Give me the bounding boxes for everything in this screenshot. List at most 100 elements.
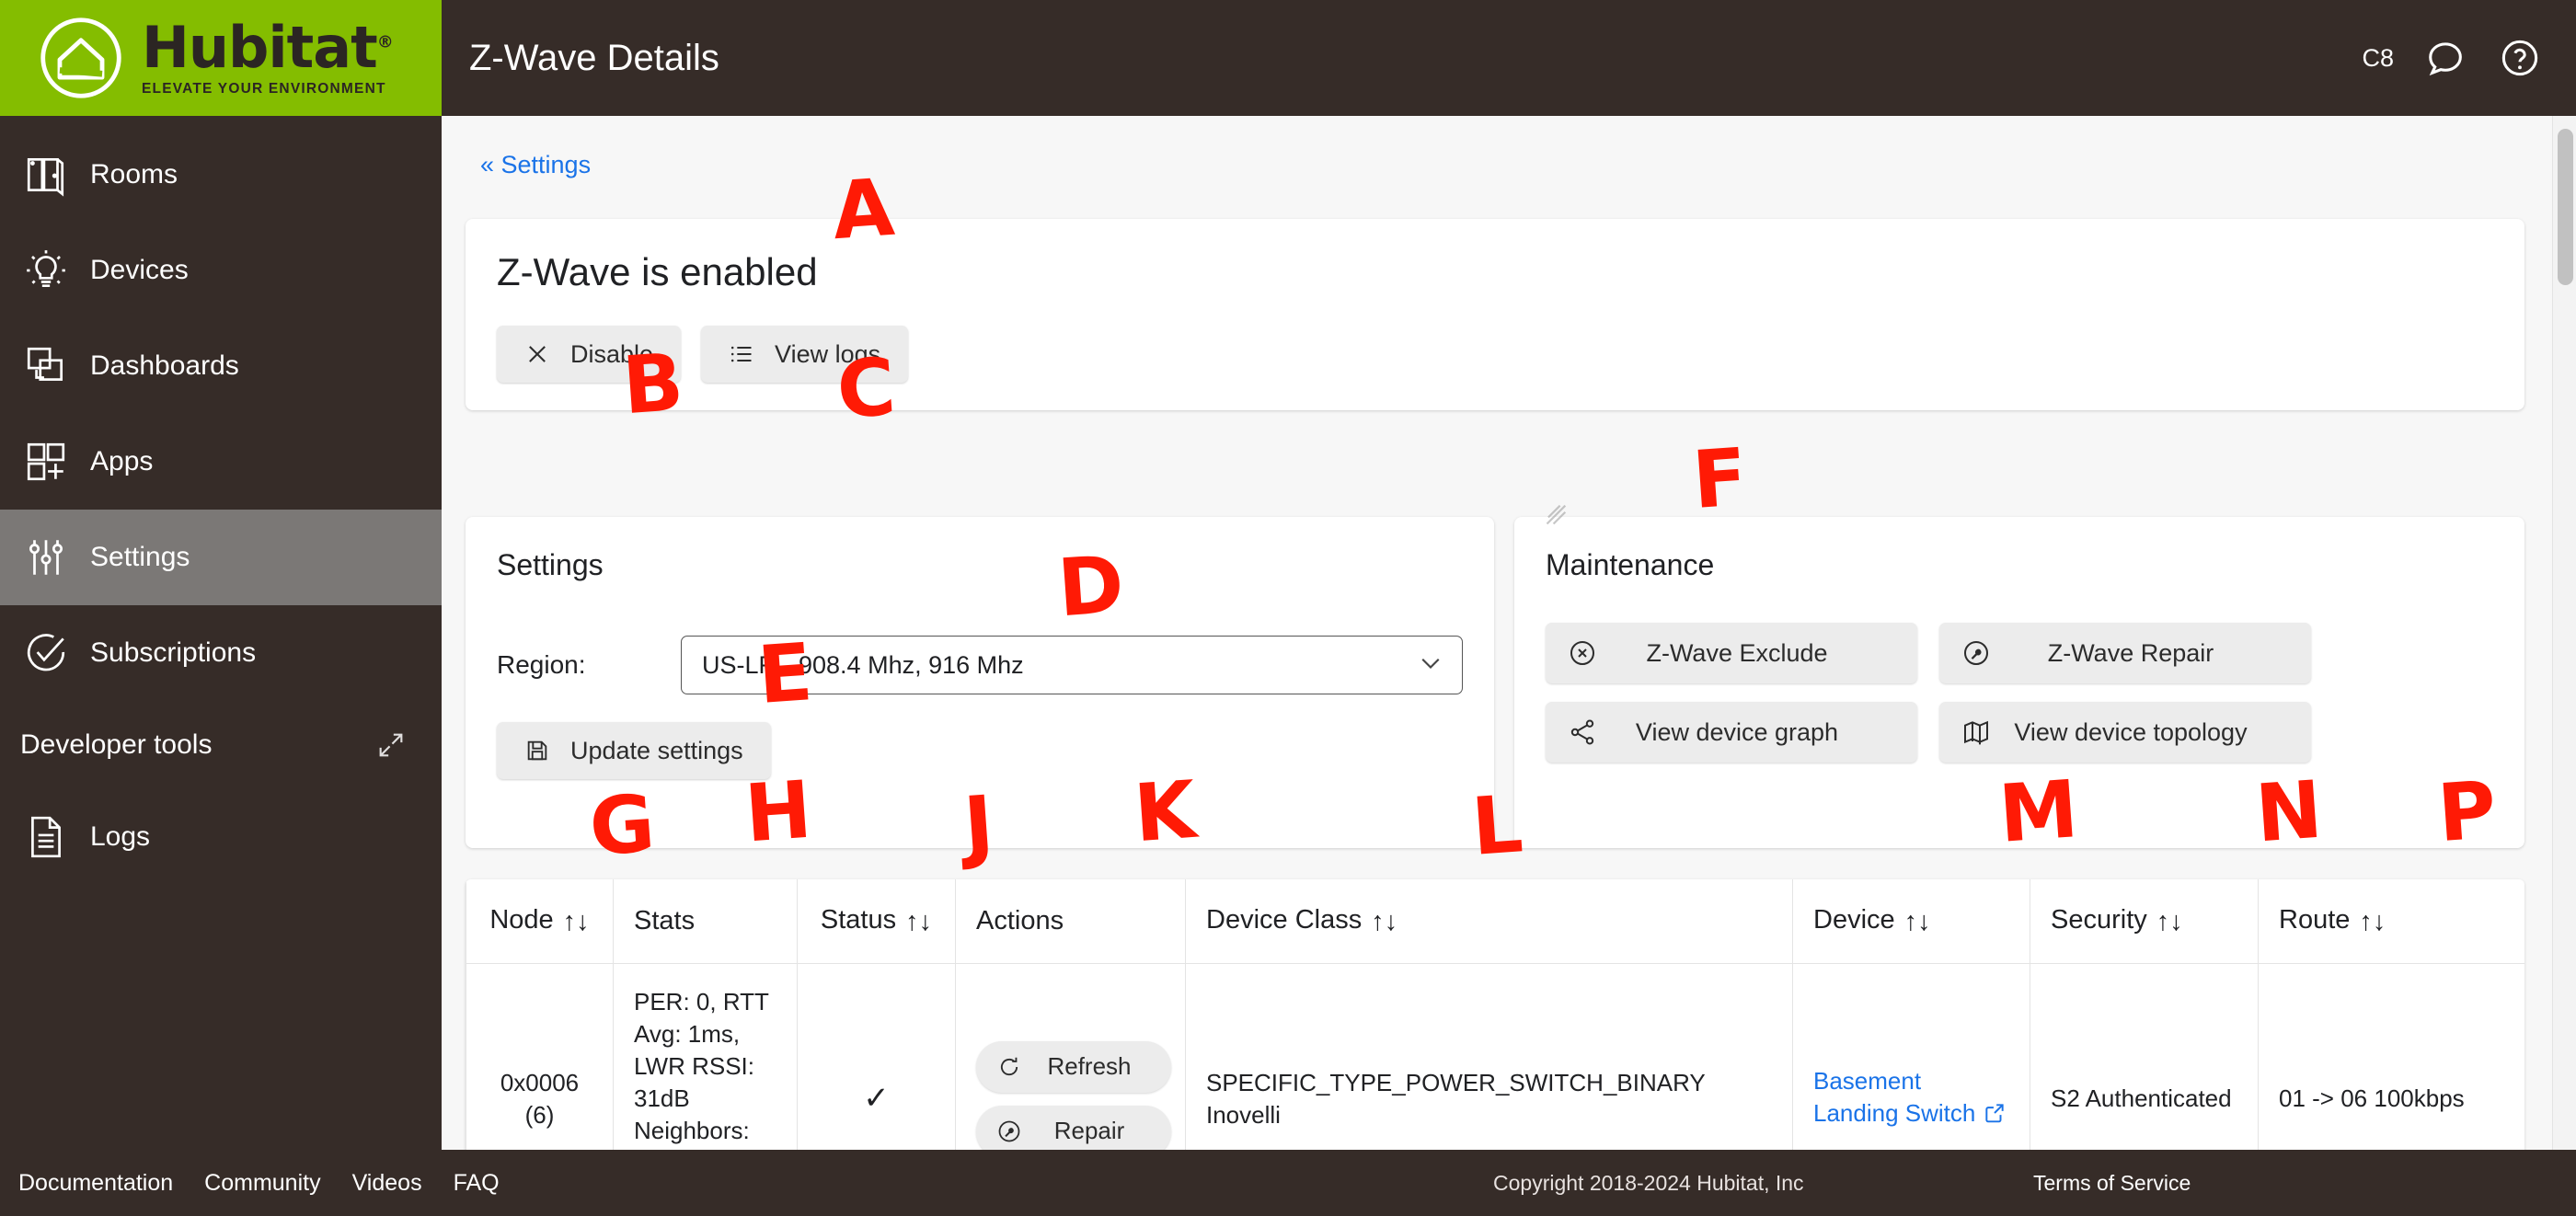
sort-icon[interactable]: ↑↓ (2156, 907, 2183, 937)
sort-icon[interactable]: ↑↓ (905, 907, 932, 937)
sidebar-item-logs[interactable]: Logs (0, 789, 442, 885)
node-table-head: Node ↑↓ Stats Status ↑↓ Actions Device Cla (466, 879, 2524, 964)
footer-copyright: Copyright 2018-2024 Hubitat, Inc (1493, 1170, 1804, 1195)
footer-link-community[interactable]: Community (204, 1170, 320, 1197)
update-settings-button[interactable]: Update settings (497, 722, 771, 779)
cell-actions: Refresh Repair (955, 963, 1186, 1164)
node-table-body: 0x0006 (6) PER: 0, RTT Avg: 1ms, LWR RSSI… (466, 963, 2524, 1164)
sort-icon[interactable]: ↑↓ (563, 907, 590, 937)
brand-name-text: Hubitat (142, 13, 378, 81)
sidebar-item-label: Subscriptions (90, 637, 257, 668)
developer-tools-label: Developer tools (20, 729, 213, 760)
column-header-security[interactable]: Security ↑↓ (2030, 879, 2259, 964)
cell-route: 01 -> 06 100kbps (2258, 963, 2524, 1164)
rooms-icon (20, 149, 72, 201)
region-select[interactable]: US-LR - 908.4 Mhz, 916 Mhz (681, 636, 1463, 694)
hubitat-logo[interactable]: Hubitat® ELEVATE YOUR ENVIRONMENT (0, 0, 442, 116)
share-nodes-icon (1568, 717, 1604, 747)
cell-device: Basement Landing Switch (1792, 963, 2030, 1164)
logo-brand-name: Hubitat® (142, 18, 394, 76)
sidebar-item-label: Logs (90, 821, 151, 852)
sidebar-item-settings[interactable]: Settings (0, 510, 442, 605)
zwave-exclude-label: Z-Wave Exclude (1646, 638, 1828, 667)
registered-mark: ® (376, 31, 394, 52)
column-header-node[interactable]: Node ↑↓ (466, 879, 614, 964)
region-label: Region: (497, 650, 586, 679)
view-device-graph-button[interactable]: View device graph (1546, 702, 1917, 763)
repair-button-label: Repair (1053, 1117, 1125, 1145)
cell-node: 0x0006 (6) (466, 963, 614, 1164)
sort-icon[interactable]: ↑↓ (2359, 907, 2386, 937)
vertical-scrollbar[interactable] (2552, 116, 2576, 1164)
zwave-exclude-button[interactable]: Z-Wave Exclude (1546, 623, 1917, 683)
sidebar-item-subscriptions[interactable]: Subscriptions (0, 605, 442, 701)
footer-links: Documentation Community Videos FAQ (0, 1170, 500, 1197)
column-header-device[interactable]: Device ↑↓ (1792, 879, 2030, 964)
cell-stats: PER: 0, RTT Avg: 1ms, LWR RSSI: 31dB Nei… (613, 963, 798, 1164)
sliders-icon (20, 532, 72, 583)
top-bar-actions: C8 (2362, 37, 2576, 79)
sidebar-item-rooms[interactable]: Rooms (0, 127, 442, 223)
column-header-status[interactable]: Status ↑↓ (797, 879, 956, 964)
column-label: Device (1813, 905, 1895, 935)
zwave-repair-label: Z-Wave Repair (2047, 638, 2214, 667)
disable-button[interactable]: Disable (497, 326, 682, 383)
sidebar-item-devices[interactable]: Devices (0, 223, 442, 318)
footer-terms-of-service[interactable]: Terms of Service (2033, 1171, 2191, 1196)
view-logs-button-label: View logs (775, 339, 881, 368)
zwave-repair-button[interactable]: Z-Wave Repair (1939, 623, 2311, 683)
external-link-icon[interactable] (1983, 1101, 2007, 1133)
column-label: Route (2279, 905, 2351, 935)
view-device-topology-label: View device topology (2014, 717, 2248, 746)
view-device-topology-button[interactable]: View device topology (1939, 702, 2311, 763)
chat-bubble-icon[interactable] (2425, 37, 2467, 79)
settings-panel: Settings Region: US-LR - 908.4 Mhz, 916 … (466, 517, 1494, 848)
zwave-node-table: Node ↑↓ Stats Status ↑↓ Actions Device Cla (466, 879, 2524, 1164)
breadcrumb[interactable]: « Settings (442, 116, 2576, 179)
main-content: « Settings Z-Wave is enabled Disable Vie… (442, 116, 2576, 1164)
column-header-device-class[interactable]: Device Class ↑↓ (1185, 879, 1793, 964)
top-bar: Z-Wave Details C8 (442, 0, 2576, 116)
sort-icon[interactable]: ↑↓ (1904, 907, 1931, 937)
update-settings-row: Update settings (497, 722, 1463, 779)
document-lines-icon (20, 811, 72, 863)
sidebar-item-apps[interactable]: Apps (0, 414, 442, 510)
device-link[interactable]: Basement Landing Switch (1813, 1067, 1975, 1127)
table-header-row: Node ↑↓ Stats Status ↑↓ Actions Device Cla (466, 879, 2524, 964)
lightbulb-icon (20, 245, 72, 296)
circle-wrench-icon (1961, 638, 1998, 668)
sidebar-nav: Rooms Devices Dashboards Apps Settings S… (0, 127, 442, 885)
logo-wordmark: Hubitat® ELEVATE YOUR ENVIRONMENT (142, 18, 394, 98)
page-title: Z-Wave Details (469, 37, 719, 78)
settings-panel-title: Settings (497, 548, 604, 581)
cell-status: ✓ (797, 963, 956, 1164)
column-header-route[interactable]: Route ↑↓ (2258, 879, 2524, 964)
footer-link-faq[interactable]: FAQ (454, 1170, 500, 1197)
view-logs-button[interactable]: View logs (701, 326, 909, 383)
hub-name-label: C8 (2362, 43, 2394, 72)
footer-link-videos[interactable]: Videos (352, 1170, 422, 1197)
sidebar-item-label: Dashboards (90, 350, 239, 381)
sidebar-item-dashboards[interactable]: Dashboards (0, 318, 442, 414)
region-field-row: Region: US-LR - 908.4 Mhz, 916 Mhz (497, 636, 1463, 694)
column-label: Node (489, 905, 554, 935)
view-device-graph-label: View device graph (1635, 717, 1839, 746)
sidebar: Hubitat® ELEVATE YOUR ENVIRONMENT Rooms (0, 0, 442, 1216)
sort-icon[interactable]: ↑↓ (1371, 907, 1397, 937)
panel-resize-handle[interactable] (1539, 500, 1570, 532)
table-row: 0x0006 (6) PER: 0, RTT Avg: 1ms, LWR RSSI… (466, 963, 2524, 1164)
zwave-status-card: Z-Wave is enabled Disable View logs (466, 219, 2524, 410)
column-header-actions[interactable]: Actions (955, 879, 1186, 964)
footer-link-documentation[interactable]: Documentation (18, 1170, 173, 1197)
region-select-value: US-LR - 908.4 Mhz, 916 Mhz (702, 650, 1024, 679)
question-circle-icon[interactable] (2499, 37, 2541, 79)
sidebar-item-label: Settings (90, 542, 190, 572)
column-header-stats[interactable]: Stats (613, 879, 798, 964)
maintenance-panel-title: Maintenance (1546, 548, 1715, 581)
scrollbar-thumb[interactable] (2558, 129, 2573, 285)
refresh-button[interactable]: Refresh (976, 1040, 1171, 1093)
sidebar-item-label: Apps (90, 446, 154, 476)
expand-icon[interactable] (375, 729, 407, 761)
sidebar-item-developer-tools[interactable]: Developer tools (0, 701, 442, 789)
column-label: Stats (634, 906, 696, 935)
